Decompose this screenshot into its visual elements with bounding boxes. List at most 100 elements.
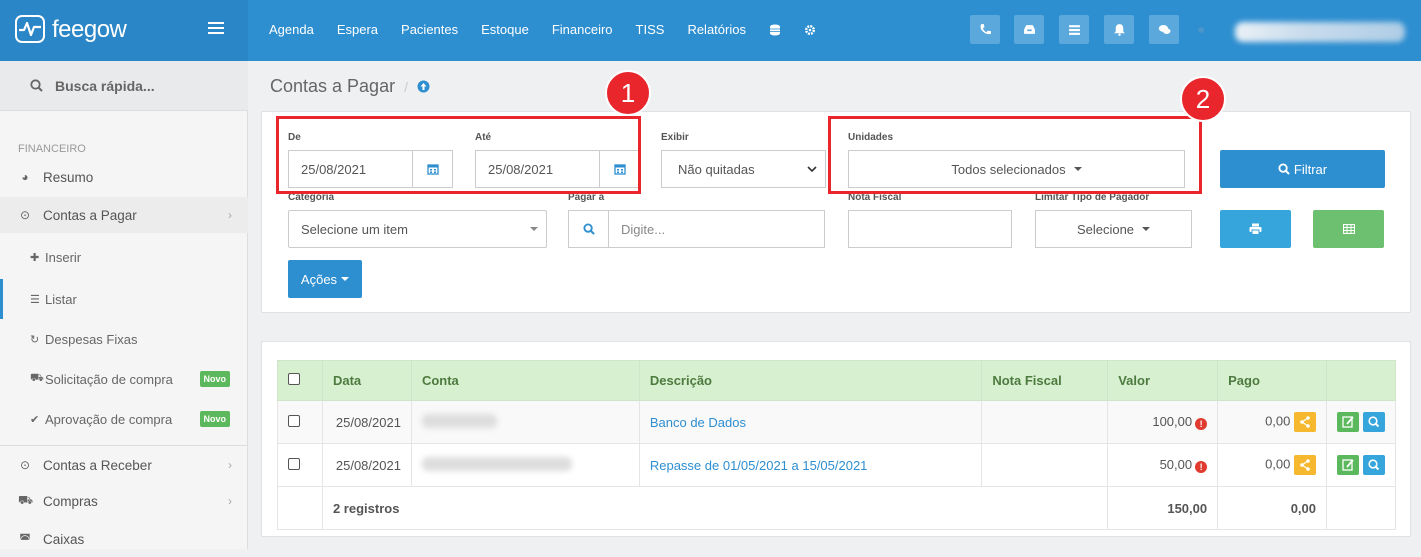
filtrar-button[interactable]: Filtrar [1220, 150, 1385, 188]
row-valor: 100,00 [1152, 414, 1193, 429]
row-pago-cell: 0,00 [1217, 400, 1327, 444]
sidebar-item-compras[interactable]: ⛟ Compras › [0, 483, 248, 519]
sidebar-item-contas-a-receber[interactable]: ⊙ Contas a Receber › [0, 447, 248, 483]
user-info-redacted[interactable] [1235, 22, 1405, 42]
exibir-select[interactable]: Não quitadas [661, 150, 826, 188]
caret-down-icon [341, 277, 350, 281]
brand-name: feegow [52, 16, 127, 43]
sidebar-subitem-aprovacao-de-compra[interactable]: ✔ Aprovação de compra Novo [0, 399, 248, 439]
sidebar-item-label: Contas a Pagar [43, 207, 137, 223]
row-pago-cell: 0,00 [1217, 443, 1327, 487]
sidebar-item-caixas[interactable]: ◚ Caixas [0, 521, 248, 557]
column-header-valor[interactable]: Valor [1107, 360, 1219, 401]
limitar-tipo-value: Selecione [1076, 221, 1135, 237]
nav-financeiro[interactable]: Financeiro [552, 22, 613, 37]
view-button[interactable] [1362, 412, 1385, 432]
row-conta-redacted [410, 400, 640, 444]
sidebar-subitem-label: Inserir [45, 249, 82, 265]
sidebar-item-contas-a-pagar[interactable]: ⊙ Contas a Pagar › [0, 197, 248, 233]
pie-chart-icon: ◕ [21, 170, 29, 184]
arrow-up-circle-icon: ⊙ [19, 208, 31, 222]
row-descricao-link[interactable]: Banco de Dados [650, 415, 746, 430]
categoria-value: Selecione um item [301, 221, 408, 237]
filtrar-label: Filtrar [1293, 161, 1328, 177]
nav-pacientes[interactable]: Pacientes [401, 22, 458, 37]
phone-button[interactable] [970, 15, 1000, 44]
sidebar-item-resumo[interactable]: ◕ Resumo [0, 159, 248, 195]
row-descricao-link[interactable]: Repasse de 01/05/2021 a 15/05/2021 [650, 458, 868, 473]
notifications-button[interactable] [1104, 15, 1134, 44]
list-button[interactable] [1059, 15, 1089, 44]
chevron-right-icon: › [228, 494, 232, 508]
edit-icon [1342, 459, 1354, 471]
table-icon [1342, 224, 1355, 234]
sidebar-divider [0, 445, 248, 446]
share-button[interactable] [1294, 412, 1316, 432]
nav-tiss[interactable]: TISS [636, 22, 665, 37]
logo-icon [15, 15, 45, 43]
share-icon [1300, 416, 1310, 428]
row-checkbox[interactable] [288, 457, 300, 470]
caret-down-icon [1142, 227, 1151, 231]
registros-count: 2 registros [321, 486, 1109, 530]
share-button[interactable] [1294, 455, 1316, 475]
row-data: 25/08/2021 [321, 443, 412, 487]
sidebar-item-label: Caixas [43, 531, 85, 547]
cart-icon: ⛟ [18, 493, 34, 507]
column-header-nota-fiscal[interactable]: Nota Fiscal [981, 360, 1109, 401]
gear-icon[interactable] [804, 24, 816, 36]
database-icon[interactable] [769, 24, 781, 36]
nav-agenda[interactable]: Agenda [269, 22, 314, 37]
highlight-box-1 [276, 116, 641, 194]
status-dot [1198, 27, 1204, 33]
print-icon [1249, 223, 1262, 235]
results-panel: Data Conta Descrição Nota Fiscal Valor P… [261, 341, 1411, 537]
sidebar-section-title: FINANCEIRO [18, 143, 86, 155]
row-actions [1326, 443, 1396, 487]
view-button[interactable] [1362, 455, 1385, 475]
logo-area: feegow [0, 0, 248, 61]
row-actions [1326, 400, 1396, 444]
inbox-icon [1023, 25, 1035, 34]
phone-icon [980, 24, 991, 35]
inbox-button[interactable] [1014, 15, 1044, 44]
print-button[interactable] [1220, 210, 1291, 248]
edit-button[interactable] [1337, 412, 1360, 432]
pago-total: 0,00 [1217, 486, 1327, 530]
sidebar-subitem-solicitacao-de-compra[interactable]: ⛟ Solicitação de compra Novo [0, 359, 248, 399]
results-table: Data Conta Descrição Nota Fiscal Valor P… [277, 360, 1396, 530]
nav-espera[interactable]: Espera [337, 22, 378, 37]
sidebar-subitem-despesas-fixas[interactable]: ↻ Despesas Fixas [0, 319, 248, 359]
nav-relatorios[interactable]: Relatórios [687, 22, 746, 37]
list-icon: ☰ [30, 293, 40, 306]
breadcrumb-separator: / [404, 78, 408, 95]
nota-fiscal-input[interactable] [848, 210, 1012, 248]
column-header-conta[interactable]: Conta [410, 360, 640, 401]
sidebar-subitem-listar[interactable]: ☰ Listar [0, 279, 248, 319]
quick-search[interactable]: Busca rápida... [0, 61, 248, 111]
sidebar-subitem-label: Aprovação de compra [45, 411, 173, 427]
export-excel-button[interactable] [1313, 210, 1384, 248]
acoes-button[interactable]: Ações [288, 260, 362, 298]
limitar-tipo-dropdown[interactable]: Selecione [1035, 210, 1192, 248]
nav-estoque[interactable]: Estoque [481, 22, 529, 37]
column-header-data[interactable]: Data [321, 360, 412, 401]
column-header-pago[interactable]: Pago [1217, 360, 1327, 401]
table-row: 25/08/2021 Repasse de 01/05/2021 a 15/05… [277, 443, 1396, 487]
sidebar: Busca rápida... FINANCEIRO ◕ Resumo ⊙ Co… [0, 61, 248, 549]
pagar-a-input[interactable]: Digite... [621, 222, 665, 237]
row-checkbox[interactable] [288, 414, 300, 427]
alert-icon: ! [1195, 418, 1208, 430]
sidebar-subitem-inserir[interactable]: ✚ Inserir [0, 237, 248, 277]
quick-search-label: Busca rápida... [55, 77, 155, 94]
caret-down-icon [530, 227, 538, 231]
row-pago: 0,00 [1265, 456, 1291, 472]
column-header-descricao[interactable]: Descrição [638, 360, 983, 401]
annotation-number-2: 2 [1180, 76, 1226, 122]
hamburger-menu-icon[interactable] [208, 22, 224, 36]
edit-button[interactable] [1337, 455, 1360, 475]
chat-button[interactable] [1149, 15, 1179, 44]
categoria-select[interactable]: Selecione um item [288, 210, 547, 248]
select-all-checkbox[interactable] [288, 373, 300, 385]
annotation-number-1: 1 [605, 70, 651, 116]
